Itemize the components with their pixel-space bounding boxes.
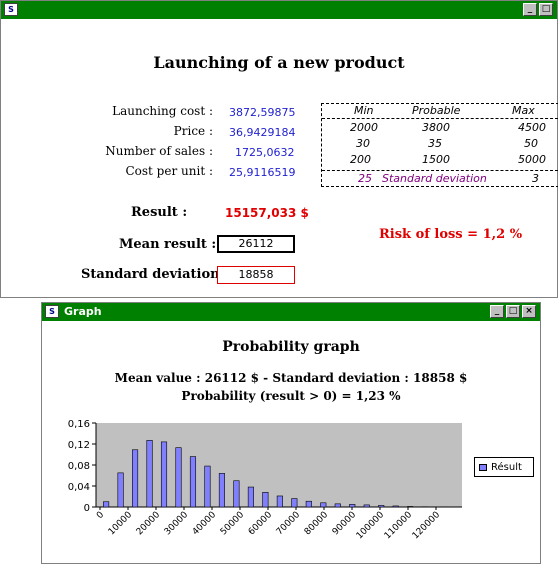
std-dev-left-value[interactable]: 25	[358, 172, 372, 185]
price-value[interactable]: 36,9429184	[229, 126, 295, 139]
max-header: Max	[512, 104, 535, 117]
number-of-sales-label: Number of sales :	[105, 144, 213, 158]
table-cell[interactable]: 50	[524, 137, 538, 150]
probable-header: Probable	[412, 104, 461, 117]
chart-bar	[276, 495, 283, 508]
cost-per-unit-value[interactable]: 25,9116519	[229, 166, 295, 179]
y-tick-label: 0,04	[68, 482, 90, 493]
risk-of-loss: Risk of loss = 1,2 %	[379, 227, 523, 242]
x-tick-label: 10000	[107, 510, 135, 538]
x-tick-label: 60000	[247, 510, 275, 538]
std-dev-caption: Standard deviation	[382, 172, 487, 185]
y-tick-label: 0,08	[68, 461, 90, 472]
x-tick-label: 50000	[219, 510, 247, 538]
app-icon: S	[4, 3, 18, 16]
launching-cost-label: Launching cost :	[112, 104, 213, 118]
x-tick-label: 0	[95, 510, 106, 521]
std-dev-right-value[interactable]: 3	[532, 172, 539, 185]
chart-bar	[218, 473, 225, 508]
x-tick-label: 70000	[275, 510, 303, 538]
y-tick-label: 0,16	[68, 419, 90, 430]
graph-window: S Graph _ □ × Probability graph Mean val…	[41, 302, 541, 564]
x-tick-label: 120000	[411, 510, 443, 542]
table-cell[interactable]: 3800	[422, 121, 450, 134]
chart-bar	[247, 486, 254, 508]
probability-chart: 00,040,080,120,160 10000 20000 30000 40000 50…	[68, 419, 462, 542]
chart-legend: Résult	[474, 457, 534, 477]
result-value: 15157,033 $	[225, 206, 309, 220]
chart-bar	[262, 492, 269, 508]
launching-cost-value[interactable]: 3872,59875	[229, 106, 295, 119]
legend-swatch	[479, 463, 487, 471]
chart-bar	[349, 504, 356, 508]
chart-bar	[363, 504, 370, 508]
chart-bar	[175, 447, 182, 508]
x-tick-label: 20000	[135, 510, 163, 538]
minimize-button[interactable]: _	[523, 3, 537, 16]
y-tick-label: 0,12	[68, 440, 90, 451]
main-titlebar[interactable]: S _ □	[1, 1, 557, 19]
page-title: Launching of a new product	[153, 53, 405, 72]
maximize-button[interactable]: □	[539, 3, 553, 16]
chart-bar	[160, 441, 168, 508]
cost-per-unit-label: Cost per unit :	[125, 164, 213, 178]
chart-bar	[305, 500, 312, 508]
chart-bar	[146, 440, 153, 508]
chart-bar	[334, 503, 341, 508]
table-cell[interactable]: 1500	[422, 153, 450, 166]
table-cell[interactable]: 4500	[518, 121, 546, 134]
number-of-sales-value[interactable]: 1725,0632	[235, 146, 295, 159]
table-cell[interactable]: 30	[356, 137, 370, 150]
min-header: Min	[354, 104, 374, 117]
x-tick-label: 110000	[383, 510, 415, 542]
mean-result-field[interactable]: 26112	[217, 235, 295, 253]
table-cell[interactable]: 200	[350, 153, 371, 166]
chart-bar	[320, 502, 327, 508]
chart-bar	[132, 449, 139, 508]
price-label: Price :	[173, 124, 213, 138]
y-tick-label: 0	[84, 503, 90, 514]
chart-bar	[407, 506, 414, 508]
x-tick-label: 80000	[303, 510, 331, 538]
table-cell[interactable]: 5000	[518, 153, 546, 166]
table-cell[interactable]: 2000	[350, 121, 378, 134]
std-deviation-field[interactable]: 18858	[217, 266, 295, 284]
chart-bar	[189, 456, 197, 508]
chart-bar	[204, 465, 211, 508]
x-tick-label: 100000	[355, 510, 387, 542]
x-tick-label: 40000	[191, 510, 219, 538]
chart-bar	[103, 501, 110, 508]
chart-bar	[291, 498, 298, 508]
chart-bar	[117, 472, 124, 508]
chart-bar	[233, 480, 240, 508]
x-tick-label: 90000	[331, 510, 359, 538]
main-window: S _ □ Launching of a new product Launchi…	[0, 0, 558, 298]
chart-bar	[392, 505, 399, 508]
mean-result-label: Mean result :	[119, 237, 217, 252]
legend-label: Résult	[491, 461, 522, 473]
x-tick-label: 30000	[163, 510, 191, 538]
table-cell[interactable]: 35	[428, 137, 442, 150]
distribution-table: Min Probable Max 2000 3800 4500 30 35 50…	[321, 103, 558, 187]
chart-bar	[378, 505, 385, 508]
std-deviation-label: Standard deviation :	[81, 267, 229, 282]
result-label: Result :	[131, 205, 188, 220]
